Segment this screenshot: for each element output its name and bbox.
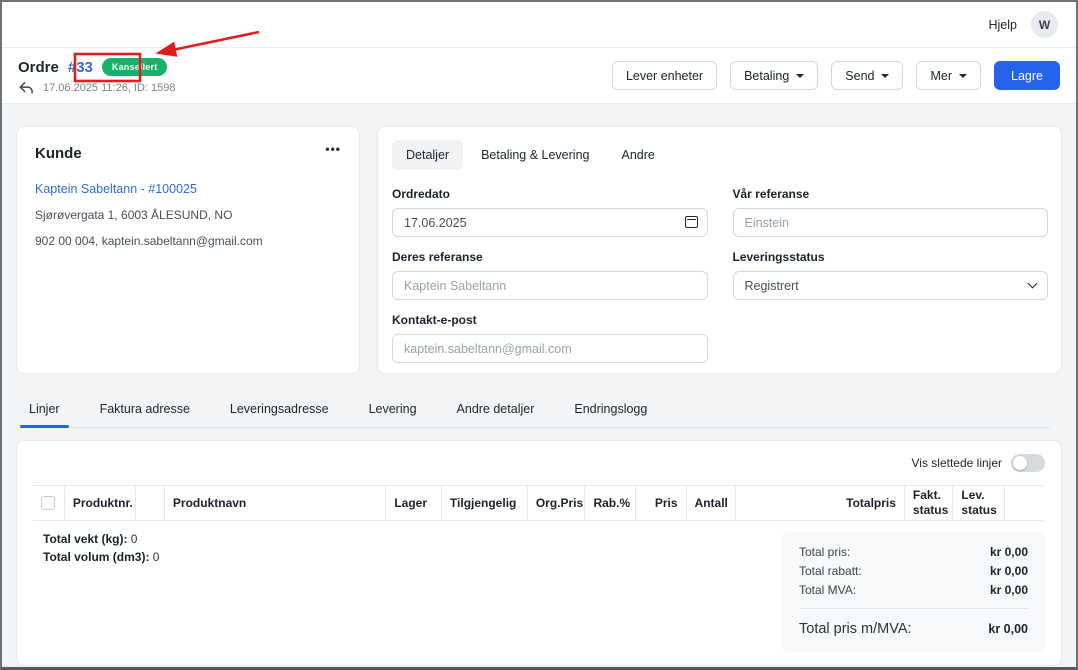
customer-link[interactable]: Kaptein Sabeltann - #100025 bbox=[35, 182, 341, 196]
grand-total-label: Total pris m/MVA: bbox=[799, 621, 912, 637]
customer-contact: 902 00 004, kaptein.sabeltann@gmail.com bbox=[35, 234, 341, 248]
customer-card-title: Kunde bbox=[35, 145, 82, 162]
total-pris-value: kr 0,00 bbox=[990, 545, 1028, 559]
section-tabs: Linjer Faktura adresse Leveringsadresse … bbox=[28, 398, 1050, 428]
order-lines-table: Produktnr. Produktnavn Lager Tilgjengeli… bbox=[33, 485, 1045, 521]
caret-down-icon bbox=[796, 74, 804, 78]
ellipsis-menu-icon[interactable]: ••• bbox=[325, 145, 341, 153]
kontakt-epost-input[interactable] bbox=[392, 334, 708, 363]
col-totalpris: Totalpris bbox=[736, 486, 905, 521]
total-pris-label: Total pris: bbox=[799, 545, 850, 559]
more-dropdown-button[interactable]: Mer bbox=[916, 61, 981, 90]
price-summary: Total pris:kr 0,00 Total rabatt:kr 0,00 … bbox=[782, 532, 1045, 652]
order-actions: Lever enheter Betaling Send Mer Lagre bbox=[612, 61, 1060, 90]
customer-address: Sjørøvergata 1, 6003 ÅLESUND, NO bbox=[35, 208, 341, 222]
tab-linjer[interactable]: Linjer bbox=[28, 398, 61, 427]
page-title: Ordre bbox=[18, 59, 59, 76]
deliver-units-button[interactable]: Lever enheter bbox=[612, 61, 717, 90]
show-deleted-lines-label: Vis slettede linjer bbox=[912, 456, 1003, 470]
deres-referanse-input[interactable] bbox=[392, 271, 708, 300]
show-deleted-lines-toggle[interactable] bbox=[1011, 454, 1045, 472]
order-lines-card: Vis slettede linjer Produktnr. Produktna… bbox=[16, 440, 1062, 666]
select-all-cell bbox=[33, 486, 64, 521]
select-all-checkbox[interactable] bbox=[41, 496, 55, 510]
details-tabs: Detaljer Betaling & Levering Andre bbox=[392, 140, 1048, 170]
col-produktnr: Produktnr. bbox=[64, 486, 135, 521]
deres-referanse-label: Deres referanse bbox=[392, 250, 708, 264]
tab-andre[interactable]: Andre bbox=[607, 140, 668, 170]
total-rabatt-value: kr 0,00 bbox=[990, 564, 1028, 578]
tab-leveringsadresse[interactable]: Leveringsadresse bbox=[229, 398, 330, 427]
order-titlebar: Ordre #33 Kansellert 17.06.2025 11:26, I… bbox=[2, 48, 1076, 104]
calendar-icon[interactable] bbox=[685, 216, 698, 228]
weight-totals: Total vekt (kg): 0 Total volum (dm3): 0 bbox=[33, 532, 159, 568]
var-referanse-label: Vår referanse bbox=[733, 187, 1049, 201]
status-badge: Kansellert bbox=[102, 58, 168, 76]
col-tilgjengelig: Tilgjengelig bbox=[441, 486, 527, 521]
user-avatar[interactable]: W bbox=[1031, 11, 1058, 38]
topbar: Hjelp W bbox=[2, 2, 1076, 48]
col-produktnavn: Produktnavn bbox=[164, 486, 385, 521]
tab-betaling-levering[interactable]: Betaling & Levering bbox=[467, 140, 603, 170]
save-button[interactable]: Lagre bbox=[994, 61, 1060, 90]
leveringsstatus-label: Leveringsstatus bbox=[733, 250, 1049, 264]
total-mva-label: Total MVA: bbox=[799, 583, 856, 597]
tab-levering[interactable]: Levering bbox=[368, 398, 418, 427]
col-rabatt: Rab.% bbox=[585, 486, 636, 521]
ordredato-label: Ordredato bbox=[392, 187, 708, 201]
caret-down-icon bbox=[959, 74, 967, 78]
col-icon bbox=[135, 486, 164, 521]
payment-dropdown-button[interactable]: Betaling bbox=[730, 61, 818, 90]
col-fakt-status: Fakt. status bbox=[904, 486, 953, 521]
main-content: Kunde ••• Kaptein Sabeltann - #100025 Sj… bbox=[2, 104, 1076, 666]
total-rabatt-label: Total rabatt: bbox=[799, 564, 862, 578]
ordredato-input[interactable] bbox=[392, 208, 708, 237]
col-antall: Antall bbox=[686, 486, 736, 521]
tab-detaljer[interactable]: Detaljer bbox=[392, 140, 463, 170]
send-dropdown-button[interactable]: Send bbox=[831, 61, 903, 90]
order-title-block: Ordre #33 Kansellert 17.06.2025 11:26, I… bbox=[18, 56, 176, 95]
col-lev-status: Lev. status bbox=[953, 486, 1005, 521]
col-lager: Lager bbox=[386, 486, 442, 521]
summary-divider bbox=[799, 608, 1028, 609]
grand-total-value: kr 0,00 bbox=[988, 622, 1028, 636]
tab-andre-detaljer[interactable]: Andre detaljer bbox=[456, 398, 536, 427]
kontakt-epost-label: Kontakt-e-post bbox=[392, 313, 708, 327]
back-arrow-icon[interactable] bbox=[18, 81, 34, 95]
order-page: Hjelp W Ordre #33 Kansellert 17.06.2025 … bbox=[0, 0, 1078, 670]
customer-card: Kunde ••• Kaptein Sabeltann - #100025 Sj… bbox=[16, 126, 360, 374]
col-orgpris: Org.Pris bbox=[527, 486, 585, 521]
col-actions bbox=[1004, 486, 1045, 521]
var-referanse-input[interactable] bbox=[733, 208, 1049, 237]
order-meta: 17.06.2025 11:26, ID: 1598 bbox=[43, 82, 176, 94]
col-pris: Pris bbox=[636, 486, 687, 521]
tab-faktura-adresse[interactable]: Faktura adresse bbox=[99, 398, 191, 427]
order-details-card: Detaljer Betaling & Levering Andre Ordre… bbox=[377, 126, 1062, 374]
help-link[interactable]: Hjelp bbox=[989, 18, 1018, 32]
order-number-link[interactable]: #33 bbox=[68, 59, 93, 76]
chevron-down-icon bbox=[1028, 279, 1038, 289]
leveringsstatus-select[interactable]: Registrert bbox=[733, 271, 1049, 300]
tab-endringslogg[interactable]: Endringslogg bbox=[573, 398, 648, 427]
total-mva-value: kr 0,00 bbox=[990, 583, 1028, 597]
caret-down-icon bbox=[881, 74, 889, 78]
